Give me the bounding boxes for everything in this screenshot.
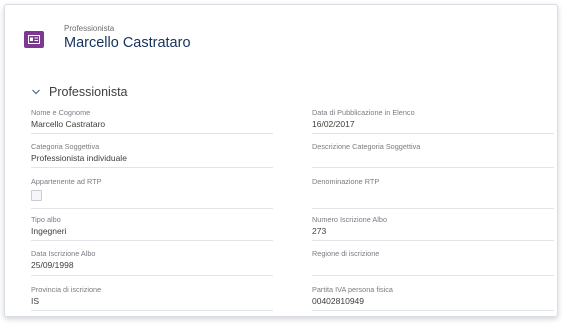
field-label: Descrizione Categoria Soggettiva [312,142,421,151]
record-header: Professionista Marcello Castrataro [5,5,557,67]
section-toggle-professionista[interactable]: Professionista [31,85,128,99]
field-value: 273 [312,226,327,236]
field-regione-iscrizione: Regione di iscrizione [312,249,554,276]
field-nome-cognome: Nome e Cognome Marcello Castrataro [31,108,273,134]
field-value: IS [31,296,40,306]
field-partita-iva: Partita IVA persona fisica 00402810949 [312,285,554,311]
field-denominazione-rtp: Denominazione RTP [312,177,554,209]
field-data-pubblicazione: Data di Pubblicazione in Elenco 16/02/20… [312,108,554,134]
field-categoria-soggettiva: Categoria Soggettiva Professionista indi… [31,142,273,168]
field-value: 16/02/2017 [312,119,355,129]
record-card: Professionista Marcello Castrataro Profe… [4,4,558,317]
field-tipo-albo: Tipo albo Ingegneri [31,215,273,241]
field-label: Appartenente ad RTP [31,177,102,186]
field-label: Data Iscrizione Albo [31,249,96,258]
field-label: Categoria Soggettiva [31,142,100,151]
field-descrizione-categoria: Descrizione Categoria Soggettiva [312,142,554,168]
field-value: 25/09/1998 [31,260,74,270]
field-value: Professionista individuale [31,153,127,163]
field-appartenente-rtp: Appartenente ad RTP [31,177,273,209]
section-title: Professionista [49,85,128,99]
rtp-checkbox[interactable] [31,190,42,201]
field-value: 00402810949 [312,296,365,306]
field-label: Provincia di iscrizione [31,285,102,294]
chevron-down-icon [32,89,40,95]
field-label: Numero Iscrizione Albo [312,215,388,224]
field-value: Marcello Castrataro [31,119,106,129]
field-label: Denominazione RTP [312,177,380,186]
field-label: Nome e Cognome [31,108,91,117]
field-label: Data di Pubblicazione in Elenco [312,108,415,117]
contact-card-icon [24,31,44,48]
field-provincia-iscrizione: Provincia di iscrizione IS [31,285,273,311]
field-value: Ingegneri [31,226,67,236]
object-type-label: Professionista [64,24,115,33]
field-data-iscrizione: Data Iscrizione Albo 25/09/1998 [31,249,273,276]
field-numero-iscrizione: Numero Iscrizione Albo 273 [312,215,554,241]
field-label: Regione di iscrizione [312,249,380,258]
field-label: Tipo albo [31,215,61,224]
record-title: Marcello Castrataro [64,35,191,51]
field-label: Partita IVA persona fisica [312,285,393,294]
